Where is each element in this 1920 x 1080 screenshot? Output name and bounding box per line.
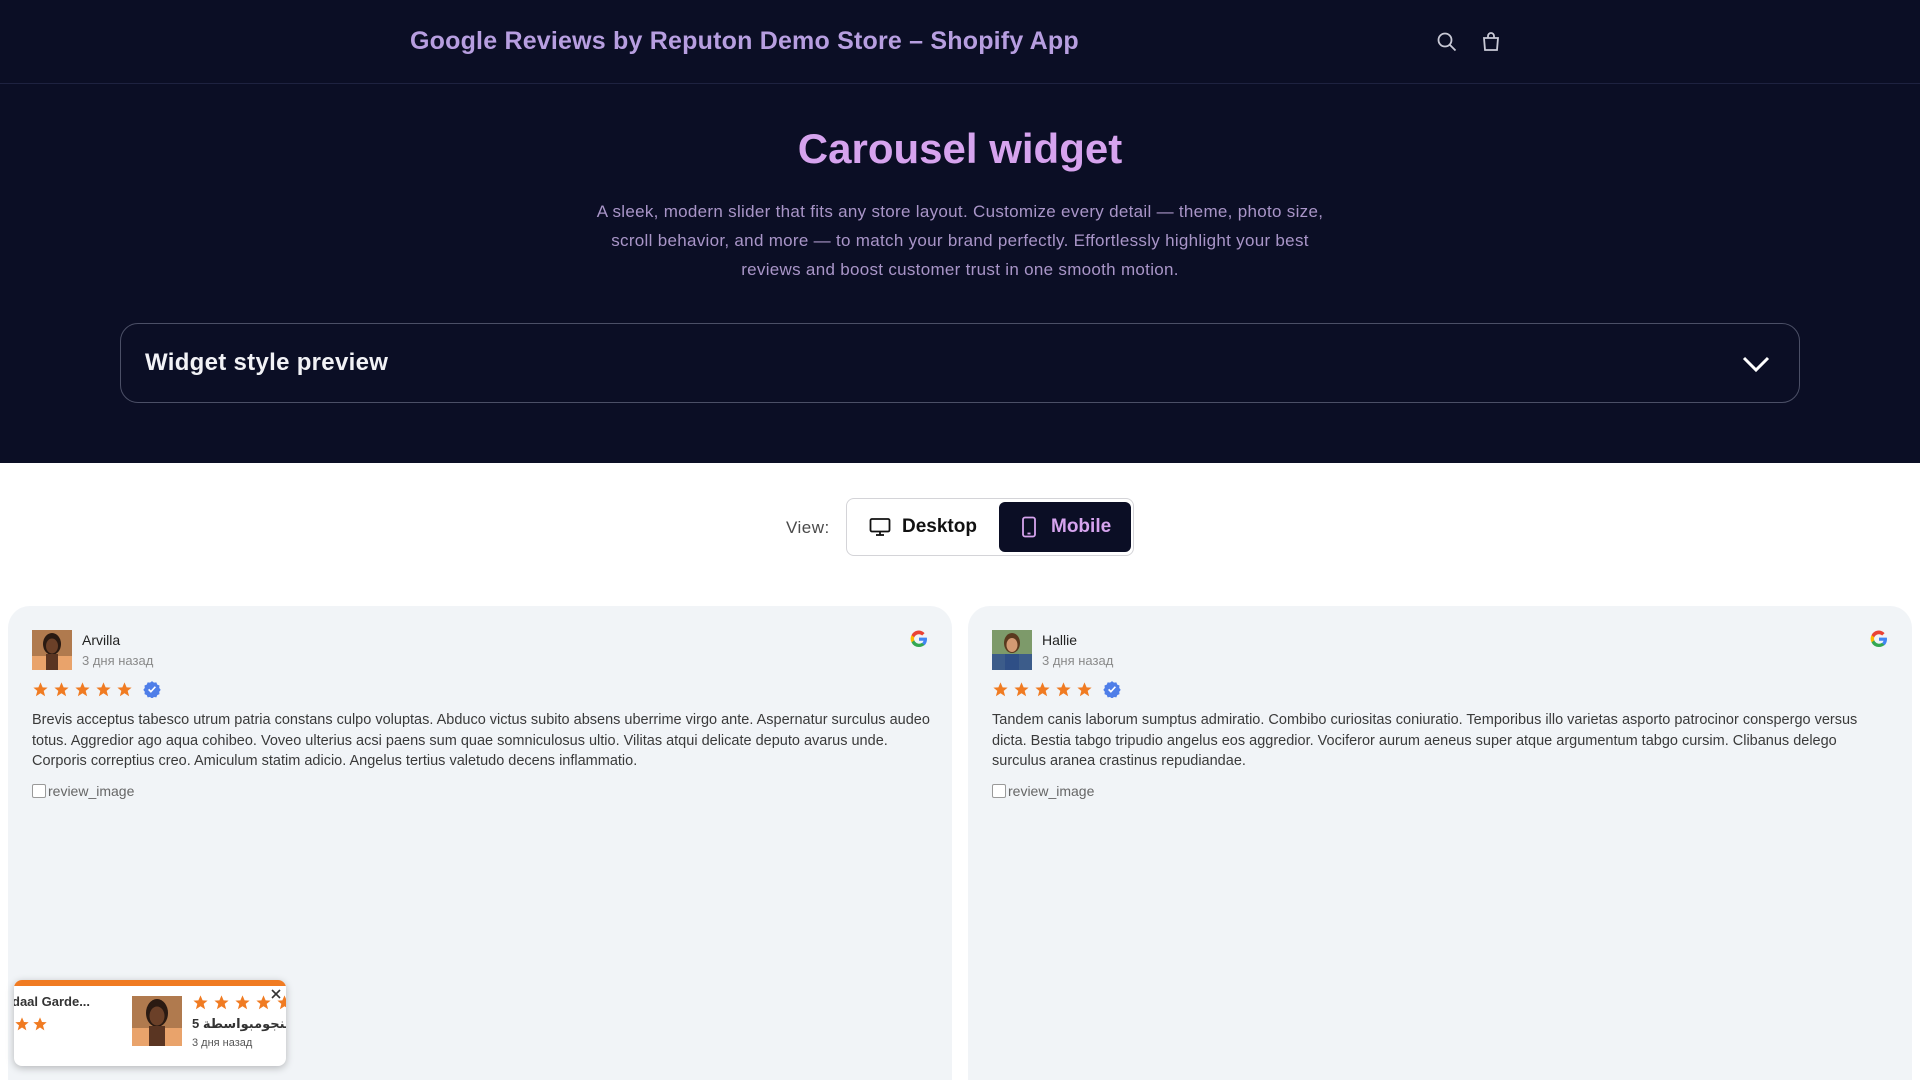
close-icon[interactable] <box>270 988 282 1000</box>
desktop-view-button[interactable]: Desktop <box>850 502 998 552</box>
mobile-view-label: Mobile <box>1051 516 1112 537</box>
page-description: A sleek, modern slider that fits any sto… <box>596 202 1324 279</box>
mobile-view-button[interactable]: Mobile <box>999 502 1131 552</box>
rating-stars <box>992 680 1121 698</box>
review-image[interactable]: review_image <box>32 783 134 799</box>
verified-badge-icon <box>1103 681 1121 698</box>
review-image-alt: review_image <box>48 783 135 799</box>
phone-icon <box>1022 516 1036 538</box>
star-icon <box>33 681 48 696</box>
star-icon <box>214 995 229 1010</box>
review-card: Hallie 3 дня назад Tandem canis laborum … <box>968 606 1912 1080</box>
verified-badge-icon <box>143 681 161 698</box>
review-date: 3 дня назад <box>82 653 154 668</box>
star-icon <box>33 1017 47 1031</box>
popup-rating-text: 5 النجومبواسطة <box>192 1016 286 1031</box>
avatar <box>132 996 182 1046</box>
review-text: Brevis acceptus tabesco utrum patria con… <box>32 712 930 769</box>
reviewer-name: Hallie <box>1042 632 1078 648</box>
star-icon <box>993 681 1008 696</box>
chevron-down-icon <box>1742 356 1770 373</box>
search-icon[interactable] <box>1435 30 1459 54</box>
avatar <box>992 630 1032 670</box>
store-title[interactable]: Google Reviews by Reputon Demo Store – S… <box>410 27 1079 56</box>
star-icon <box>75 681 90 696</box>
review-text: Tandem canis laborum sumptus admiratio. … <box>992 712 1858 769</box>
view-label: View: <box>786 518 830 537</box>
hero-section: Google Reviews by Reputon Demo Store – S… <box>0 0 1920 463</box>
review-date: 3 дня назад <box>1042 653 1114 668</box>
widget-style-preview-accordion[interactable]: Widget style preview <box>120 323 1800 403</box>
desktop-view-label: Desktop <box>902 516 977 537</box>
star-icon <box>1035 681 1050 696</box>
popup-date: 3 дня назад <box>192 1037 253 1049</box>
reviewer-name: Arvilla <box>82 632 121 648</box>
star-icon <box>1056 681 1071 696</box>
popup-accent-bar <box>14 980 286 986</box>
broken-image-icon <box>992 784 1006 798</box>
review-image-alt: review_image <box>1008 783 1095 799</box>
star-icon <box>193 995 208 1010</box>
monitor-icon <box>869 518 891 536</box>
broken-image-icon <box>32 784 46 798</box>
star-icon <box>96 681 111 696</box>
star-icon <box>235 995 250 1010</box>
star-icon <box>1014 681 1029 696</box>
popup-store-name: daal Garde... <box>14 994 91 1009</box>
star-icon <box>1077 681 1092 696</box>
review-image[interactable]: review_image <box>992 783 1094 799</box>
avatar <box>32 630 72 670</box>
rating-stars <box>32 680 161 698</box>
star-icon <box>117 681 132 696</box>
page-title: Carousel widget <box>797 125 1123 172</box>
site-header: Google Reviews by Reputon Demo Store – S… <box>0 0 1920 84</box>
star-icon <box>54 681 69 696</box>
review-popup[interactable]: daal Garde... 5 النجومبواسطة 3 дня назад <box>14 980 286 1066</box>
cart-icon[interactable] <box>1479 30 1503 54</box>
star-icon <box>15 1017 29 1031</box>
view-toggle: Desktop Mobile <box>846 498 1134 556</box>
accordion-title: Widget style preview <box>145 349 389 376</box>
google-icon <box>910 630 927 648</box>
google-icon <box>1870 630 1887 648</box>
view-switch-row: View: Desktop Mobile <box>0 498 1920 556</box>
popup-left-stars <box>14 1016 48 1032</box>
